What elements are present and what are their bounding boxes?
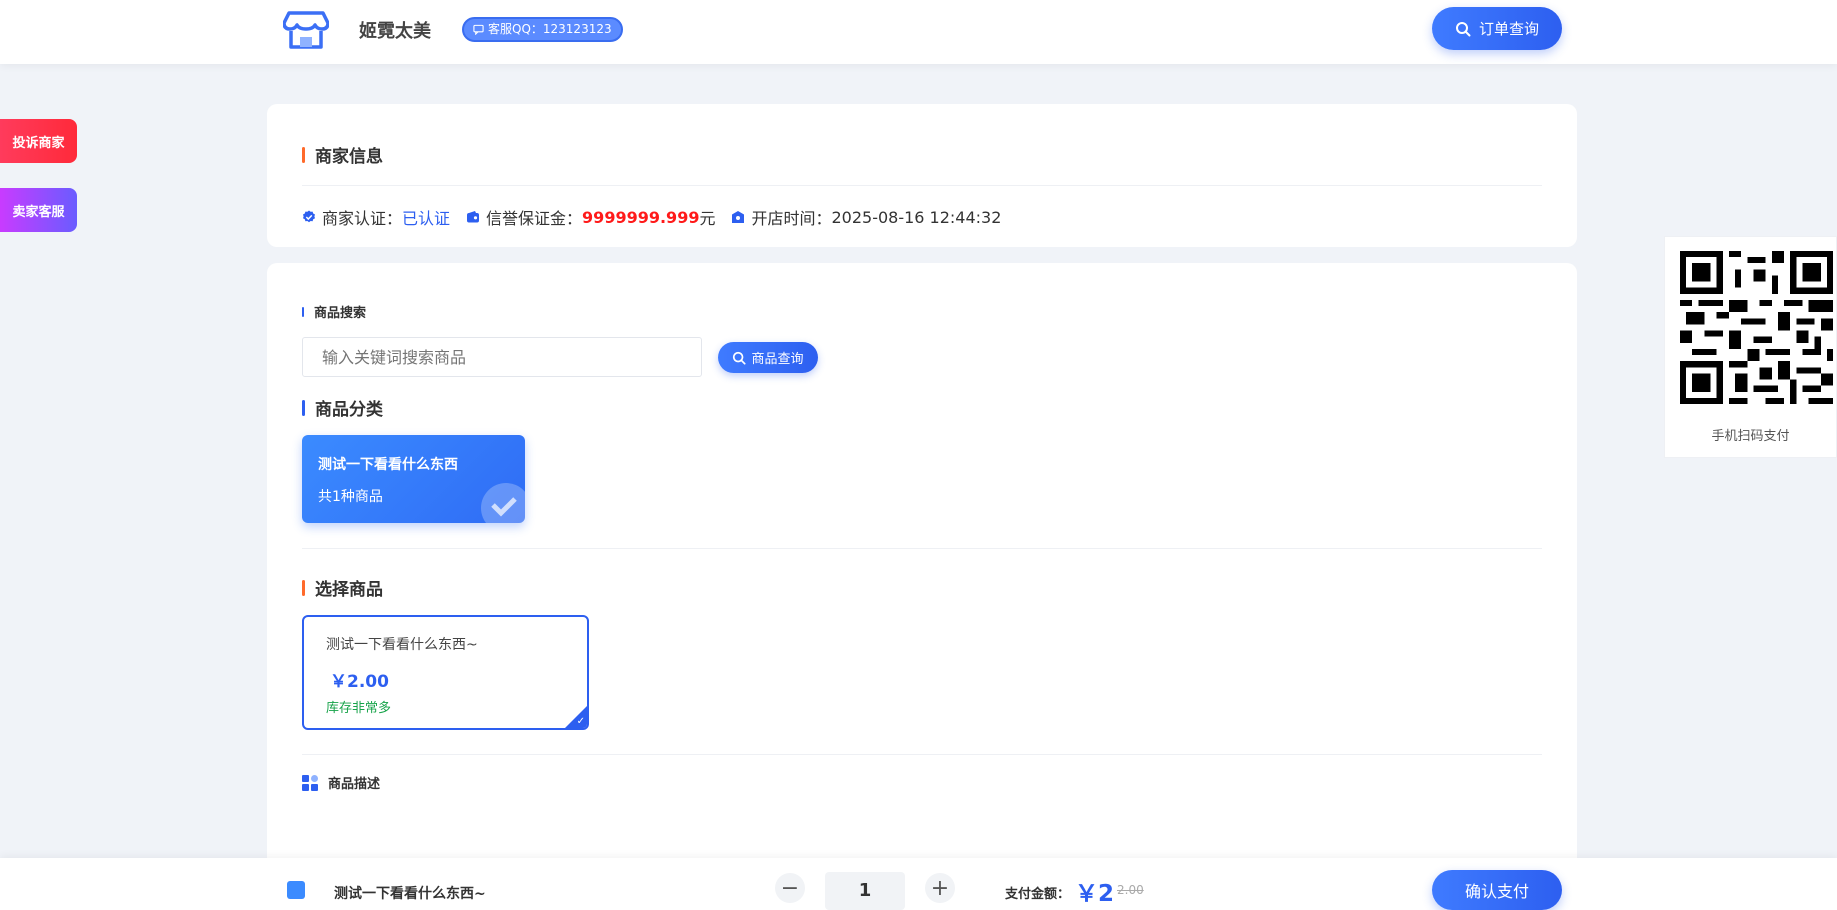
product-name: 测试一下看看什么东西~	[326, 637, 478, 653]
product-search-input[interactable]	[302, 337, 702, 377]
top-header: 姬霓太美 客服QQ：123123123 订单查询	[0, 0, 1837, 64]
merchant-info-title: 商家信息	[302, 142, 383, 167]
qq-badge-label: 客服QQ：123123123	[488, 22, 612, 36]
qr-pay-panel: 手机扫码支付	[1664, 236, 1837, 458]
certification-item: 商家认证： 已认证	[302, 205, 450, 229]
section-bar	[302, 399, 305, 416]
deposit-value: 9999999.999	[582, 207, 700, 227]
complain-merchant-button[interactable]: 投诉商家	[0, 119, 77, 163]
merchant-info-card: 商家信息 商家认证： 已认证 信誉保证金： 9999999.999 元 开店时间…	[267, 104, 1577, 247]
certification-value: 已认证	[402, 209, 451, 228]
deposit-unit: 元	[699, 209, 716, 228]
category-card[interactable]: 测试一下看看什么东西 共1种商品	[302, 435, 525, 523]
product-card[interactable]: 测试一下看看什么东西~ ￥2.00 库存非常多 ✓	[302, 615, 589, 730]
pay-amount-label: 支付金额：	[1005, 887, 1071, 902]
product-section-title-text: 选择商品	[315, 580, 383, 600]
category-name: 测试一下看看什么东西	[318, 457, 458, 473]
divider	[302, 754, 1542, 755]
chat-icon	[473, 24, 484, 35]
quantity-input[interactable]: 1	[825, 872, 905, 910]
order-query-button[interactable]: 订单查询	[1432, 7, 1562, 50]
description-section-title-text: 商品描述	[328, 777, 381, 792]
section-bar	[302, 306, 304, 317]
section-bar	[302, 146, 305, 163]
search-section-title: 商品搜索	[302, 302, 366, 321]
footer-product-name: 测试一下看看什么东西~	[334, 886, 486, 902]
merchant-info-row: 商家认证： 已认证 信誉保证金： 9999999.999 元 开店时间： 202…	[302, 205, 1017, 229]
qr-caption: 手机扫码支付	[1711, 429, 1790, 444]
product-search-button[interactable]: 商品查询	[718, 342, 818, 373]
open-time-label: 开店时间：	[751, 209, 832, 228]
product-section-title: 选择商品	[302, 575, 383, 600]
search-icon	[1455, 21, 1471, 36]
category-section-title-text: 商品分类	[315, 400, 383, 420]
grid-apps-icon	[302, 774, 318, 791]
deposit-item: 信誉保证金： 9999999.999 元	[466, 205, 715, 229]
category-section-title: 商品分类	[302, 395, 383, 420]
open-time-item: 开店时间： 2025-08-16 12:44:32	[731, 205, 1001, 229]
open-time-value: 2025-08-16 12:44:32	[831, 207, 1002, 227]
original-price: 2.00	[1117, 883, 1144, 897]
check-circle-icon	[481, 483, 525, 523]
qr-code-image	[1680, 251, 1833, 404]
wallet-icon	[467, 211, 480, 223]
qq-service-badge[interactable]: 客服QQ：123123123	[462, 17, 623, 42]
confirm-pay-button[interactable]: 确认支付	[1432, 870, 1562, 910]
section-bar	[302, 579, 305, 596]
main-card: 商品搜索 商品查询 商品分类 测试一下看看什么东西 共1种商品 选择商品 测试一…	[267, 263, 1577, 910]
search-icon	[733, 351, 747, 365]
store-icon	[732, 211, 745, 223]
product-bag-icon	[287, 881, 305, 899]
certification-label: 商家认证：	[322, 209, 403, 228]
divider	[302, 548, 1542, 549]
shop-name: 姬霓太美	[359, 21, 431, 42]
product-search-label: 商品查询	[751, 352, 804, 367]
checkout-footer: 测试一下看看什么东西~ − 1 + 支付金额： ￥2 2.00 确认支付	[0, 858, 1837, 910]
order-query-label: 订单查询	[1478, 20, 1539, 38]
pay-amount-value: ￥2	[1075, 881, 1115, 907]
product-stock: 库存非常多	[326, 701, 392, 716]
divider	[302, 185, 1542, 186]
search-section-title-text: 商品搜索	[314, 306, 367, 321]
verified-badge-icon	[303, 210, 315, 223]
description-section-title: 商品描述	[302, 773, 380, 792]
shop-logo-icon[interactable]	[283, 9, 329, 51]
merchant-info-title-text: 商家信息	[315, 147, 383, 167]
check-icon: ✓	[576, 716, 585, 727]
quantity-decrease-button[interactable]: −	[775, 873, 805, 903]
deposit-label: 信誉保证金：	[486, 209, 583, 228]
quantity-increase-button[interactable]: +	[925, 873, 955, 903]
seller-service-button[interactable]: 卖家客服	[0, 188, 77, 232]
category-count: 共1种商品	[318, 489, 383, 505]
product-price: ￥2.00	[330, 672, 389, 692]
